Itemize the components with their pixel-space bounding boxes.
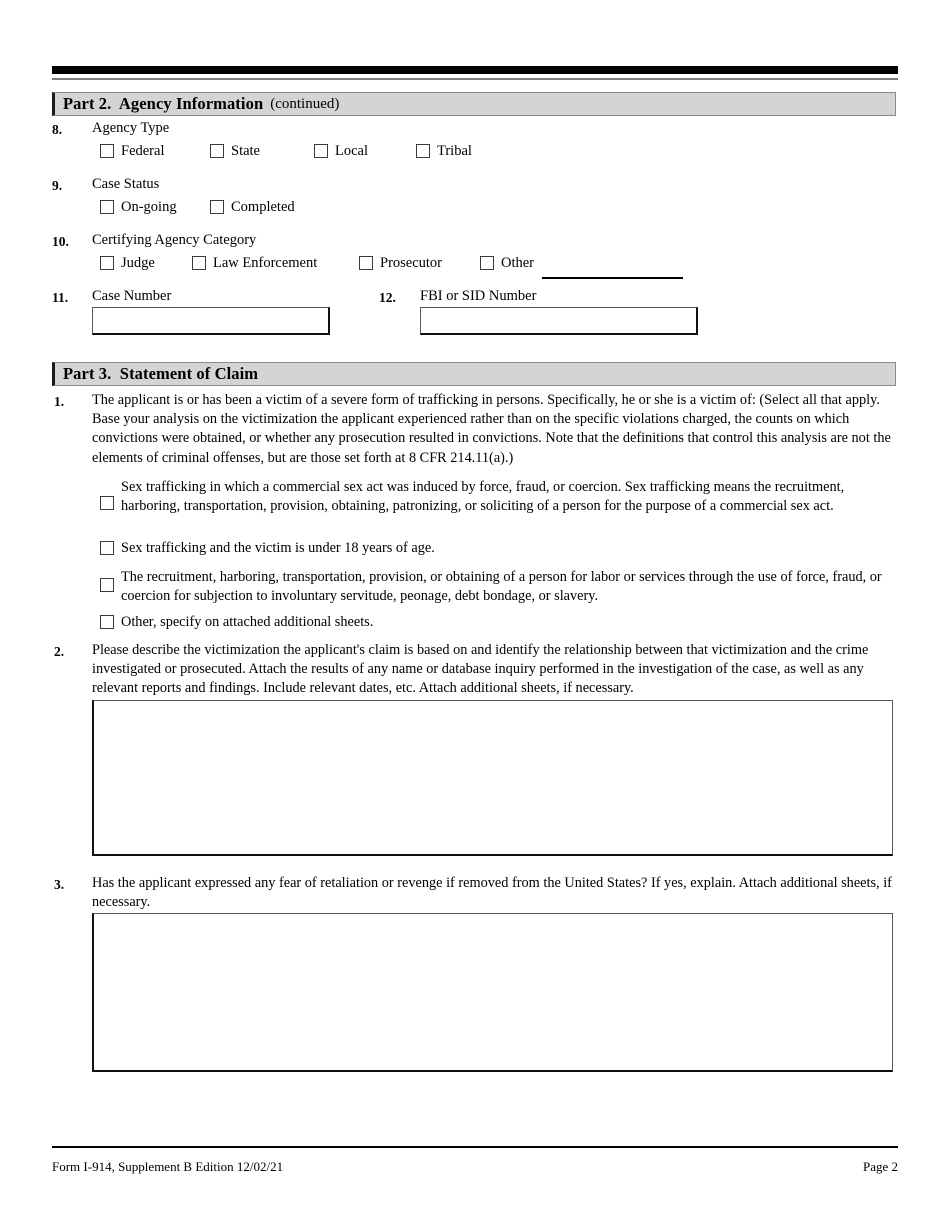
- part-2-header-band: Part 2. Agency Information (continued): [52, 92, 896, 116]
- checkbox-label-agency-type-local: Local: [335, 143, 369, 159]
- checkbox-case-status-ongoing[interactable]: [100, 200, 114, 214]
- checkbox-label-case-status-ongoing: On-going: [121, 199, 177, 215]
- top-gray-rule: [52, 78, 898, 80]
- item-11-number: 11.: [52, 290, 69, 305]
- agency-category-other-fill-line[interactable]: [542, 277, 683, 279]
- footer-form-id: Form I-914, Supplement B Edition 12/02/2…: [52, 1159, 284, 1174]
- part-2-title: Part 2. Agency Information: [63, 94, 264, 113]
- checkbox-label-agency-category-prosecutor: Prosecutor: [380, 255, 443, 271]
- footer-page-number: Page 2: [862, 1159, 898, 1174]
- item-2-number: 2.: [54, 644, 65, 659]
- part-2-subtitle: (continued): [270, 95, 340, 112]
- item-1-number: 1.: [54, 394, 65, 409]
- checkbox-label-agency-type-state: State: [231, 143, 260, 159]
- checkbox-label-agency-category-other: Other: [501, 255, 535, 271]
- checkbox-agency-category-other[interactable]: [480, 256, 494, 270]
- item-8-label: Agency Type: [92, 120, 170, 136]
- item-10-label: Certifying Agency Category: [92, 232, 257, 248]
- checkbox-case-status-completed[interactable]: [210, 200, 224, 214]
- checkbox-label-claim-other: Other, specify on attached additional sh…: [121, 614, 374, 630]
- item-11-label: Case Number: [92, 288, 172, 304]
- checkbox-label-agency-category-law-enforcement: Law Enforcement: [213, 255, 318, 271]
- checkbox-claim-sex-trafficking-force[interactable]: [100, 496, 114, 510]
- fbi-or-sid-number-input[interactable]: [420, 307, 698, 335]
- item-12-label: FBI or SID Number: [420, 288, 537, 304]
- case-number-input[interactable]: [92, 307, 330, 335]
- footer-rule: [52, 1146, 898, 1148]
- checkbox-agency-type-federal[interactable]: [100, 144, 114, 158]
- item-9-label: Case Status: [92, 176, 160, 192]
- checkbox-label-case-status-completed: Completed: [231, 199, 295, 215]
- checkbox-agency-type-state[interactable]: [210, 144, 224, 158]
- checkbox-claim-sex-trafficking-minor[interactable]: [100, 541, 114, 555]
- checkbox-label-agency-type-federal: Federal: [121, 143, 165, 159]
- top-black-rule: [52, 66, 898, 74]
- part-3-title: Part 3. Statement of Claim: [63, 364, 259, 383]
- checkbox-agency-category-law-enforcement[interactable]: [192, 256, 206, 270]
- item-2-instructions: Please describe the victimization the ap…: [92, 642, 869, 697]
- item-3-number: 3.: [54, 877, 65, 892]
- page-content-area: Part 2. Agency Information (continued) 8…: [52, 0, 898, 1230]
- item-10-number: 10.: [52, 234, 69, 249]
- checkbox-agency-type-local[interactable]: [314, 144, 328, 158]
- checkbox-label-agency-type-tribal: Tribal: [437, 143, 472, 159]
- checkbox-label-agency-category-judge: Judge: [121, 255, 155, 271]
- checkbox-claim-other[interactable]: [100, 615, 114, 629]
- checkbox-agency-type-tribal[interactable]: [416, 144, 430, 158]
- item-3-response-textarea[interactable]: [92, 913, 893, 1072]
- checkbox-agency-category-judge[interactable]: [100, 256, 114, 270]
- item-8-number: 8.: [52, 122, 63, 137]
- item-9-number: 9.: [52, 178, 63, 193]
- part-3-header-band: Part 3. Statement of Claim: [52, 362, 896, 386]
- item-12-number: 12.: [379, 290, 396, 305]
- item-2-response-textarea[interactable]: [92, 700, 893, 856]
- checkbox-label-claim-labor-trafficking: The recruitment, harboring, transportati…: [121, 569, 882, 605]
- item-1-instructions: The applicant is or has been a victim of…: [92, 392, 891, 466]
- checkbox-claim-labor-trafficking[interactable]: [100, 578, 114, 592]
- item-3-instructions: Has the applicant expressed any fear of …: [92, 875, 892, 911]
- checkbox-label-claim-sex-trafficking-minor: Sex trafficking and the victim is under …: [121, 540, 435, 556]
- checkbox-agency-category-prosecutor[interactable]: [359, 256, 373, 270]
- checkbox-label-claim-sex-trafficking-force: Sex trafficking in which a commercial se…: [121, 479, 845, 515]
- form-page: Part 2. Agency Information (continued) 8…: [0, 0, 950, 1230]
